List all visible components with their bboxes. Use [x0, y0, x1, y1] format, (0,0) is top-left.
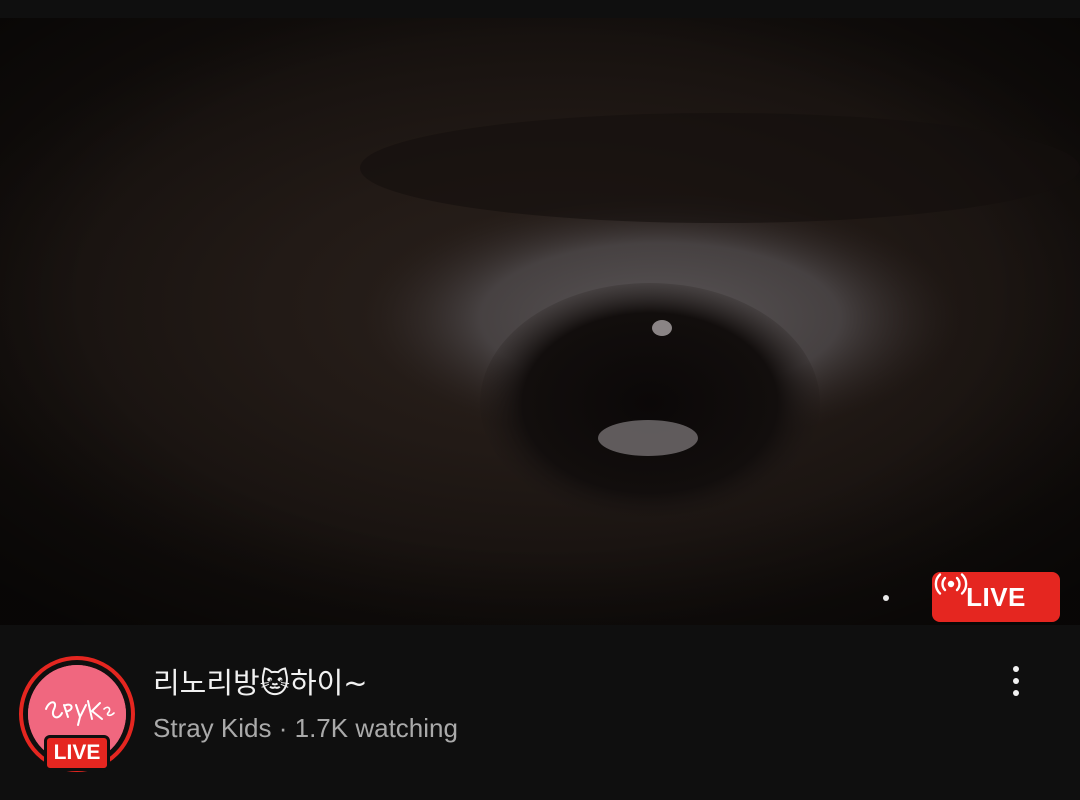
- stream-meta: Stray Kids · 1.7K watching: [153, 712, 973, 744]
- channel-name[interactable]: Stray Kids: [153, 713, 272, 743]
- broadcast-icon: [934, 573, 968, 595]
- more-dot: [1013, 666, 1019, 672]
- video-player[interactable]: LIVE: [0, 18, 1080, 625]
- viewer-count: 1.7K watching: [294, 713, 458, 743]
- more-dot: [1013, 690, 1019, 696]
- live-badge-label: LIVE: [966, 581, 1026, 612]
- top-strip: [0, 0, 1080, 18]
- video-info: LIVE 리노리방🐱하이~ Stray Kids · 1.7K watching: [0, 625, 1080, 800]
- live-badge: LIVE: [932, 572, 1060, 622]
- stream-title[interactable]: 리노리방🐱하이~: [153, 665, 973, 701]
- avatar-live-badge: LIVE: [44, 735, 110, 771]
- more-vert-icon[interactable]: [996, 661, 1036, 701]
- video-frame: [0, 18, 1080, 625]
- channel-avatar-wrapper[interactable]: LIVE: [19, 656, 135, 772]
- more-dot: [1013, 678, 1019, 684]
- meta-separator: ·: [278, 713, 295, 743]
